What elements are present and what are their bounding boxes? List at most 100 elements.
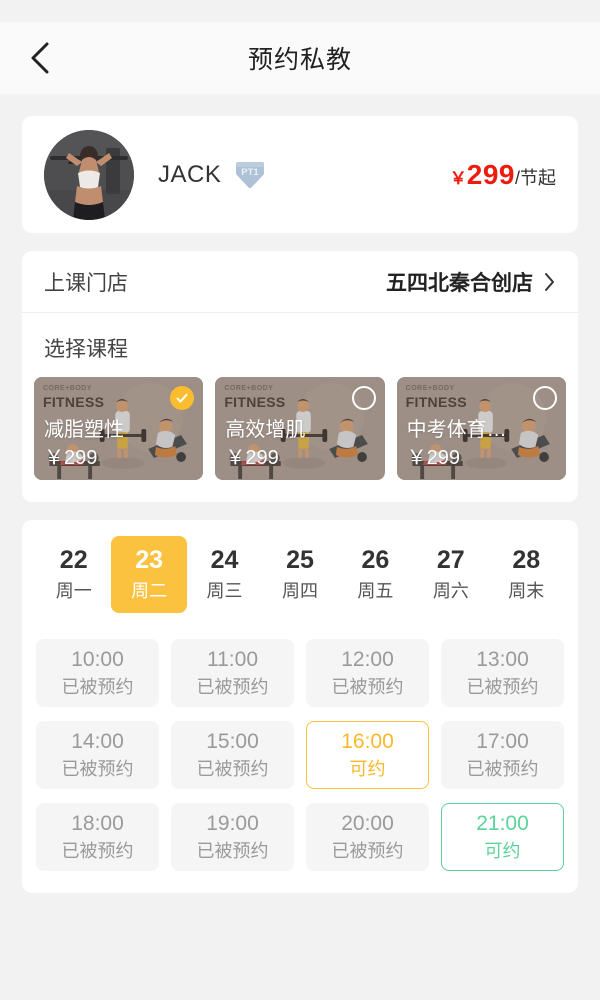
slot-time: 16:00 [341, 729, 394, 753]
course-radio-icon[interactable] [351, 386, 376, 410]
back-button[interactable] [22, 40, 58, 76]
date-number: 26 [361, 546, 390, 574]
slot-status: 已被预约 [61, 676, 134, 697]
slot-time: 15:00 [206, 729, 259, 753]
slot-status: 已被预约 [196, 758, 269, 779]
course-brand: FITNESS [43, 394, 105, 410]
slot-status: 已被预约 [196, 676, 269, 697]
app-screen: 预约私教 JACK PT1 ￥ 299 /节起 上课门店 五四北秦合创店 选择课… [0, 0, 600, 1000]
schedule-card: 22 周一 23 周二 24 周三 25 周四 26 周五 27 周六 28 周… [22, 520, 578, 893]
course-price: ￥299 [44, 447, 98, 469]
trainer-price: ￥ 299 /节起 [450, 159, 556, 191]
slot-status: 已被预约 [466, 758, 539, 779]
store-row[interactable]: 上课门店 五四北秦合创店 [22, 251, 578, 313]
date-selector: 22 周一 23 周二 24 周三 25 周四 26 周五 27 周六 28 周… [36, 536, 564, 613]
slot-time: 18:00 [71, 811, 124, 835]
store-label: 上课门店 [44, 271, 128, 295]
slot-time: 14:00 [71, 729, 124, 753]
time-slot[interactable]: 20:00 已被预约 [306, 802, 429, 871]
slot-status: 已被预约 [61, 840, 134, 861]
date-number: 28 [512, 546, 541, 574]
avatar [44, 129, 134, 220]
date-number: 27 [436, 546, 465, 574]
date-number: 22 [59, 546, 88, 574]
date-weekday: 周二 [131, 580, 168, 601]
course-radio-icon[interactable] [532, 386, 557, 410]
time-slot[interactable]: 10:00 已被预约 [36, 638, 159, 707]
slot-time: 13:00 [476, 647, 529, 671]
course-brand-tagline: CORE+BODY [43, 385, 93, 392]
date-number: 23 [135, 546, 164, 574]
store-value-wrap[interactable]: 五四北秦合创店 [386, 267, 556, 297]
time-slot-available[interactable]: 16:00 可约 [306, 720, 429, 789]
date-weekday: 周六 [432, 580, 469, 601]
slot-time: 21:00 [476, 811, 529, 835]
time-slot[interactable]: 19:00 已被预约 [171, 802, 294, 871]
navigation-bar: 预约私教 [0, 22, 600, 94]
course-brand: FITNESS [224, 394, 286, 410]
date-cell[interactable]: 26 周五 [338, 536, 413, 613]
date-cell[interactable]: 22 周一 [36, 536, 111, 613]
time-slot[interactable]: 13:00 已被预约 [441, 638, 564, 707]
slot-status: 已被预约 [331, 676, 404, 697]
time-slot[interactable]: 18:00 已被预约 [36, 802, 159, 871]
course-list: CORE+BODY FITNESS 减脂塑性 ￥299 CORE+BODY FI… [22, 377, 578, 480]
date-cell-selected[interactable]: 23 周二 [111, 536, 187, 613]
course-price: ￥299 [225, 447, 279, 469]
slot-time: 20:00 [341, 811, 394, 835]
time-slot[interactable]: 17:00 已被预约 [441, 720, 564, 789]
slot-status: 已被预约 [61, 758, 134, 779]
course-name: 中考体育… [406, 419, 507, 441]
price-currency: ￥ [449, 168, 467, 188]
course-section-title: 选择课程 [44, 338, 128, 361]
price-unit: /节起 [514, 167, 556, 188]
slot-status: 可约 [349, 758, 386, 779]
slot-time: 19:00 [206, 811, 259, 835]
slot-time: 10:00 [71, 647, 124, 671]
course-price: ￥299 [406, 447, 461, 469]
course-brand: FITNESS [405, 394, 467, 410]
time-slot[interactable]: 12:00 已被预约 [306, 638, 429, 707]
pt-level-badge: PT1 [233, 158, 267, 192]
date-weekday: 周末 [508, 580, 545, 601]
date-number: 24 [210, 546, 239, 574]
time-slot[interactable]: 15:00 已被预约 [171, 720, 294, 789]
chevron-left-icon [29, 41, 51, 75]
slot-time: 17:00 [476, 729, 529, 753]
time-slot[interactable]: 14:00 已被预约 [36, 720, 159, 789]
course-card[interactable]: CORE+BODY FITNESS 减脂塑性 ￥299 [34, 377, 204, 480]
date-cell[interactable]: 28 周末 [489, 536, 564, 613]
course-card[interactable]: CORE+BODY FITNESS 中考体育… ￥299 [396, 377, 566, 480]
time-slot[interactable]: 11:00 已被预约 [171, 638, 294, 707]
price-amount: 299 [466, 158, 515, 190]
date-cell[interactable]: 25 周四 [262, 536, 337, 613]
date-weekday: 周一 [55, 580, 92, 601]
slot-status: 已被预约 [331, 840, 404, 861]
course-name: 减脂塑性 [44, 419, 124, 441]
date-cell[interactable]: 27 周六 [413, 536, 488, 613]
trainer-name: JACK [158, 160, 222, 188]
slot-status: 可约 [484, 840, 521, 861]
store-and-course-card: 上课门店 五四北秦合创店 选择课程 CORE+BODY FITNESS 减脂塑性… [22, 251, 578, 502]
slot-time: 12:00 [341, 647, 394, 671]
store-value: 五四北秦合创店 [386, 271, 533, 295]
status-bar [0, 0, 600, 22]
course-brand-tagline: CORE+BODY [405, 385, 455, 392]
chevron-right-icon [543, 271, 556, 293]
course-name: 高效增肌 [225, 419, 306, 441]
page-title: 预约私教 [247, 46, 352, 74]
slot-status: 已被预约 [466, 676, 539, 697]
trainer-card[interactable]: JACK PT1 ￥ 299 /节起 [22, 116, 578, 233]
date-weekday: 周四 [281, 580, 318, 601]
slot-time: 11:00 [207, 647, 258, 671]
date-number: 25 [286, 546, 314, 574]
date-cell[interactable]: 24 周三 [187, 536, 262, 613]
time-slot-grid: 10:00 已被预约 11:00 已被预约 12:00 已被预约 13:00 已… [36, 638, 564, 871]
time-slot-available[interactable]: 21:00 可约 [441, 802, 564, 871]
date-weekday: 周五 [357, 580, 394, 601]
svg-text:PT1: PT1 [242, 167, 260, 178]
slot-status: 已被预约 [196, 840, 269, 861]
course-card[interactable]: CORE+BODY FITNESS 高效增肌 ￥299 [215, 377, 385, 480]
date-weekday: 周三 [206, 580, 243, 601]
course-brand-tagline: CORE+BODY [224, 385, 274, 392]
